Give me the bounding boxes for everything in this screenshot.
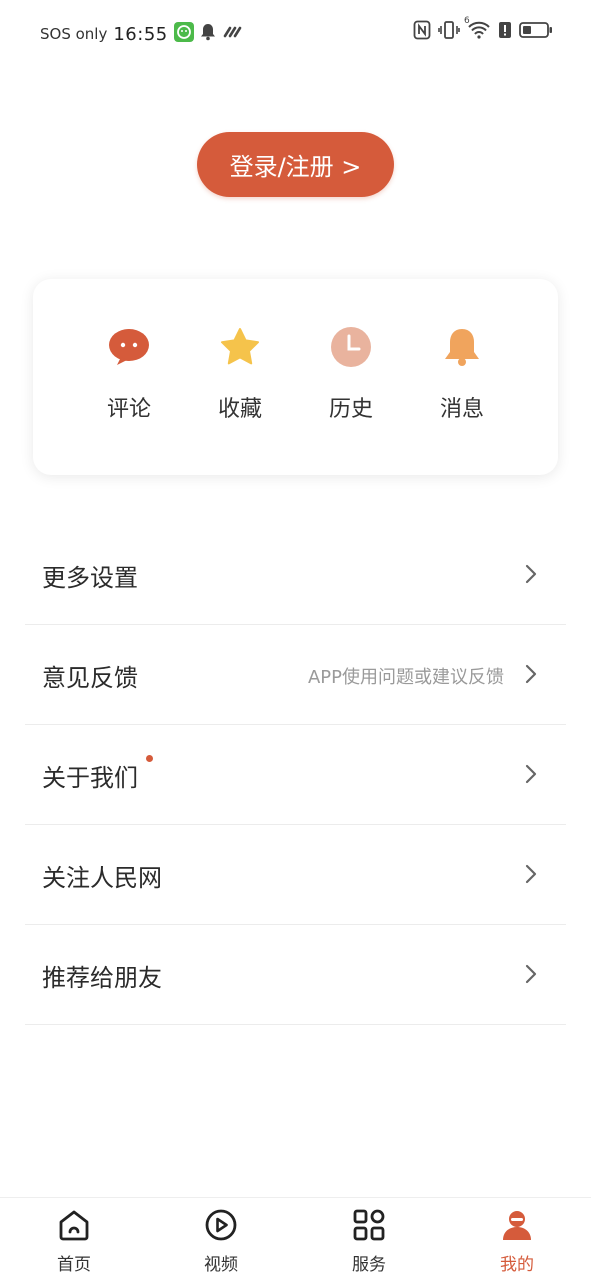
vibrate-icon [438,20,460,44]
menu-row-feedback[interactable]: 意见反馈 APP使用问题或建议反馈 [25,625,566,725]
user-icon [503,1211,531,1240]
bottom-tab-bar: 首页 视频 服务 我的 [0,1197,591,1281]
notification-dot [146,755,153,762]
home-icon [59,1210,89,1241]
star-icon [218,325,262,369]
wechat-icon [173,22,194,46]
settings-menu: 更多设置 意见反馈 APP使用问题或建议反馈 关于我们 关注人民网 推荐给朋友 [25,525,566,1025]
chevron-right-icon [525,564,537,584]
link-icon [222,24,242,44]
battery-icon [519,21,553,43]
menu-title: 意见反馈 [42,664,138,692]
chevron-right-icon [525,864,537,884]
alert-icon [498,20,512,44]
tab-services[interactable]: 服务 [319,1208,419,1275]
carrier-text: SOS only [40,25,108,43]
menu-title: 关注人民网 [42,864,162,892]
menu-title: 推荐给朋友 [42,964,162,992]
quick-item-messages[interactable]: 消息 [412,325,512,425]
menu-row-more-settings[interactable]: 更多设置 [25,525,566,625]
grid-icon [353,1209,385,1241]
status-bar: SOS only 16:55 6 [0,0,591,66]
quick-label-history: 历史 [328,397,373,422]
tab-home[interactable]: 首页 [24,1208,124,1275]
quick-actions-card: 评论 收藏 历史 消息 [33,279,558,475]
tab-video[interactable]: 视频 [171,1208,271,1275]
tab-label: 我的 [500,1255,534,1275]
chevron-right-icon [525,964,537,984]
tab-label: 服务 [352,1255,386,1275]
menu-title: 更多设置 [42,564,138,592]
tab-label: 首页 [57,1255,91,1275]
quick-item-favorites[interactable]: 收藏 [190,325,290,425]
menu-hint: APP使用问题或建议反馈 [307,667,504,688]
menu-title: 关于我们 [42,764,138,792]
login-register-button[interactable]: 登录/注册 > [197,132,394,197]
wifi-icon: 6 [464,16,491,44]
quick-item-history[interactable]: 历史 [301,325,401,425]
nfc-icon [413,20,431,44]
wifi-badge: 6 [464,16,470,26]
chevron-right-icon [525,764,537,784]
quick-label-comments: 评论 [106,397,151,422]
bell-icon [440,325,484,369]
tab-label: 视频 [204,1255,238,1275]
chevron-right-icon [525,664,537,684]
status-left: SOS only 16:55 [40,22,242,46]
comment-icon [107,325,151,369]
play-icon [205,1209,237,1241]
clock-time: 16:55 [113,23,168,45]
tab-mine[interactable]: 我的 [467,1208,567,1275]
quick-label-messages: 消息 [439,397,484,422]
menu-row-recommend[interactable]: 推荐给朋友 [25,925,566,1025]
menu-row-about-us[interactable]: 关于我们 [25,725,566,825]
bell-icon [200,23,216,45]
status-right: 6 [413,16,553,44]
quick-item-comments[interactable]: 评论 [79,325,179,425]
menu-row-follow[interactable]: 关注人民网 [25,825,566,925]
clock-icon [329,325,373,369]
quick-label-favorites: 收藏 [217,397,262,422]
